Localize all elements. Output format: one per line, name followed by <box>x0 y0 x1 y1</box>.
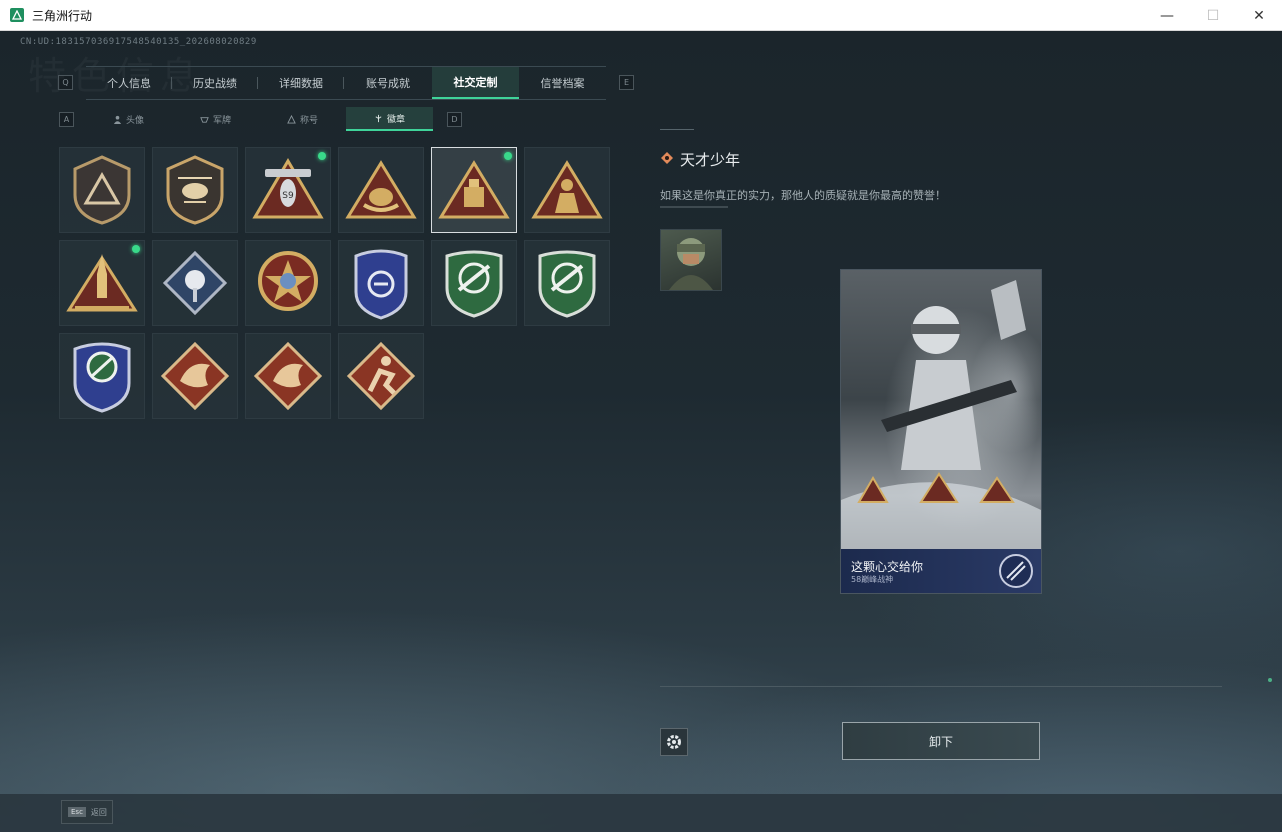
window-titlebar: 三角洲行动 — ☐ ✕ <box>0 0 1282 31</box>
game-viewport: 特色信息 CN:UD:183157036917548540135_2026080… <box>0 31 1282 832</box>
green-rifle-badge-icon <box>445 250 503 318</box>
subtab-title[interactable]: 称号 <box>259 107 346 131</box>
settings-button[interactable] <box>660 728 688 756</box>
bottom-divider <box>660 686 1222 687</box>
badge-slot[interactable] <box>59 147 145 233</box>
s59-triangle-badge-icon: S9 <box>252 158 324 219</box>
badge-description: 如果这是你真正的实力，那他人的质疑就是你最高的赞誉！ <box>660 189 946 202</box>
subtab-dogtag[interactable]: 军牌 <box>172 107 259 131</box>
svg-text:S9: S9 <box>282 191 294 201</box>
rocket-triangle-badge-icon <box>66 254 138 312</box>
tab-social-custom[interactable]: 社交定制 <box>432 67 519 99</box>
soldier-artwork-icon <box>841 280 1041 550</box>
main-tab-bar: 个人信息 历史战绩 详细数据 账号成就 社交定制 信誉档案 <box>86 66 606 100</box>
subtab-avatar-label: 头像 <box>125 115 144 126</box>
diamond-marker-icon <box>661 152 673 164</box>
new-indicator <box>318 152 326 160</box>
minimize-button[interactable]: — <box>1144 0 1190 31</box>
lock-triangle-badge-icon <box>438 160 510 219</box>
badge-slot[interactable] <box>152 240 238 326</box>
person-icon <box>113 115 122 124</box>
new-indicator <box>132 245 140 253</box>
footer-bar <box>0 794 1282 832</box>
prev-subtab-key-hint[interactable]: A <box>59 112 74 127</box>
gear-icon <box>667 735 681 749</box>
badge-slot[interactable] <box>524 240 610 326</box>
runner-diamond-badge-icon <box>346 341 416 411</box>
tab-detailed-data[interactable]: 详细数据 <box>258 67 344 99</box>
badge-slot[interactable] <box>245 333 331 419</box>
badge-name: 天才少年 <box>680 151 741 169</box>
title-icon <box>287 114 296 124</box>
badge-slot[interactable] <box>152 147 238 233</box>
window-title: 三角洲行动 <box>32 8 93 23</box>
decorative-spark <box>1268 678 1272 682</box>
badge-slot[interactable]: S9 <box>245 147 331 233</box>
rank-emblem-icon <box>999 554 1033 588</box>
new-indicator <box>504 152 512 160</box>
unequip-button[interactable]: 卸下 <box>842 722 1040 760</box>
dogtag-icon <box>200 116 209 123</box>
maximize-button[interactable]: ☐ <box>1190 0 1236 31</box>
subtab-badge[interactable]: 徽章 <box>346 107 433 131</box>
subtab-badge-label: 徽章 <box>386 114 405 125</box>
profile-card-preview: 这颗心交给你 58巅峰战神 <box>840 269 1042 594</box>
badge-slot[interactable] <box>431 240 517 326</box>
badge-slot[interactable] <box>245 240 331 326</box>
badge-icon <box>375 114 382 122</box>
subtab-title-label: 称号 <box>299 115 318 126</box>
nest-triangle-badge-icon <box>345 160 417 219</box>
sub-tab-bar: 头像 军牌 称号 徽章 <box>85 107 447 131</box>
helicopter-badge-icon <box>166 155 224 225</box>
tab-battle-history[interactable]: 历史战绩 <box>172 67 258 99</box>
return-label: 返回 <box>90 807 107 817</box>
card-subtitle: 58巅峰战神 <box>851 575 894 584</box>
return-button[interactable]: Esc 返回 <box>61 800 113 824</box>
card-footer: 这颗心交给你 58巅峰战神 <box>841 549 1041 593</box>
badge-slot[interactable] <box>338 147 424 233</box>
soldier-triangle-badge-icon <box>531 160 603 219</box>
badge-slot[interactable] <box>338 240 424 326</box>
star-round-badge-icon <box>258 251 318 311</box>
badge-slot[interactable] <box>524 147 610 233</box>
green-rifle-badge-2-icon <box>538 250 596 318</box>
detail-divider-line <box>660 129 694 130</box>
card-title: 这颗心交给你 <box>851 560 924 574</box>
tab-achievements[interactable]: 账号成就 <box>344 67 432 99</box>
description-underline <box>660 206 728 208</box>
tab-reputation[interactable]: 信誉档案 <box>519 67 606 99</box>
user-id-label: CN:UD:183157036917548540135_202608020829 <box>20 37 257 47</box>
app-logo-icon <box>10 8 24 22</box>
next-subtab-key-hint[interactable]: D <box>447 112 462 127</box>
subtab-dogtag-label: 军牌 <box>212 115 231 126</box>
badge-slot[interactable] <box>338 333 424 419</box>
close-button[interactable]: ✕ <box>1236 0 1282 31</box>
badge-slot[interactable] <box>152 333 238 419</box>
operator-avatar <box>660 229 722 291</box>
dragon-diamond-badge-icon <box>160 341 230 411</box>
badge-slot[interactable] <box>59 240 145 326</box>
tab-personal-info[interactable]: 个人信息 <box>86 67 172 99</box>
badge-slot-selected[interactable] <box>431 147 517 233</box>
dragon-diamond-badge-2-icon <box>253 341 323 411</box>
blue-shield-badge-icon <box>354 249 408 320</box>
soldier-portrait-icon <box>669 238 713 290</box>
badge-slot[interactable] <box>59 333 145 419</box>
blue-crosshair-badge-icon <box>73 342 131 413</box>
prev-tab-key-hint[interactable]: Q <box>58 75 73 90</box>
shield-triangle-badge-icon <box>73 155 131 225</box>
flower-diamond-badge-icon <box>162 250 228 316</box>
esc-key-hint: Esc <box>68 807 86 817</box>
next-tab-key-hint[interactable]: E <box>619 75 634 90</box>
subtab-avatar[interactable]: 头像 <box>85 107 172 131</box>
